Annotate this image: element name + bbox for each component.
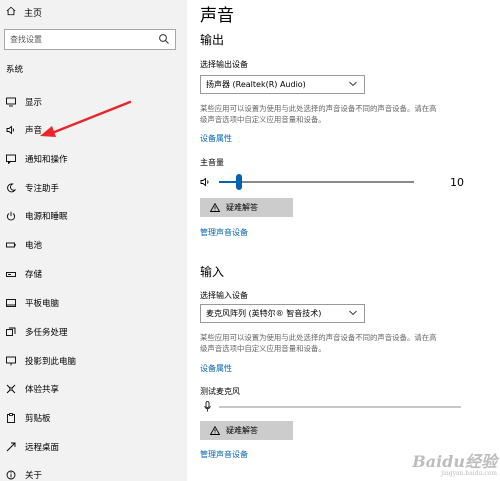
tablet-icon	[5, 298, 17, 308]
sidebar-item-remote-desktop[interactable]: 远程桌面	[0, 437, 187, 457]
sidebar-item-label: 存储	[25, 270, 43, 280]
mic-level-bar	[219, 406, 461, 408]
master-volume-slider[interactable]	[200, 172, 415, 192]
sidebar-item-notifications[interactable]: 通知和操作	[0, 149, 187, 169]
warning-icon	[210, 426, 220, 435]
sidebar-item-label: 体验共享	[25, 385, 60, 395]
input-desc-line2: 级声音选项中自定义应用音量和设备。	[200, 344, 326, 353]
search-input[interactable]	[10, 33, 150, 46]
troubleshoot-label: 疑难解答	[226, 203, 258, 212]
speaker-icon[interactable]	[200, 177, 212, 187]
volume-value: 10	[450, 176, 464, 189]
info-icon	[5, 470, 17, 480]
output-description: 某些应用可以设置为使用与此处选择的声音设备不同的声音设备。请在高 级声音选项中自…	[200, 103, 483, 125]
output-desc-line2: 级声音选项中自定义应用音量和设备。	[200, 115, 326, 124]
chevron-down-icon	[349, 310, 357, 316]
input-device-label: 选择输入设备	[200, 291, 248, 300]
baidu-watermark: Baidu经验 jingyan.baidu.com	[402, 454, 497, 478]
sidebar-item-label: 多任务处理	[25, 328, 68, 338]
master-volume-label: 主音量	[200, 158, 224, 167]
output-device-value: 扬声器 (Realtek(R) Audio)	[206, 80, 306, 89]
projector-icon	[5, 356, 17, 366]
sidebar-item-label: 远程桌面	[25, 443, 60, 453]
sidebar-item-power[interactable]: 电源和睡眠	[0, 206, 187, 226]
sidebar-item-label: 关于	[25, 471, 43, 481]
output-manage-devices-link[interactable]: 管理声音设备	[200, 227, 248, 238]
sound-settings-page: 声音 输出 选择输出设备 扬声器 (Realtek(R) Audio) 某些应用…	[187, 0, 500, 481]
share-icon	[5, 384, 17, 394]
input-heading: 输入	[200, 265, 225, 279]
multitask-icon	[5, 327, 17, 337]
clipboard-icon	[5, 413, 17, 423]
input-device-value: 麦克风阵列 (英特尔® 智音技术)	[206, 309, 322, 318]
home-nav-item[interactable]: 主页	[6, 4, 42, 20]
annotation-arrow	[40, 100, 132, 137]
output-device-label: 选择输出设备	[200, 60, 248, 69]
sidebar-item-clipboard[interactable]: 剪贴板	[0, 408, 187, 428]
search-icon[interactable]	[158, 33, 170, 45]
section-label: 系统	[6, 65, 24, 75]
input-description: 某些应用可以设置为使用与此处选择的声音设备不同的声音设备。请在高 级声音选项中自…	[200, 332, 483, 354]
sidebar-item-focus-assist[interactable]: 专注助手	[0, 178, 187, 198]
settings-sidebar: 主页 系统 显示 声音 通知和操作 专注助手 电源和睡眠 电池 存储 平板电脑 …	[0, 0, 187, 481]
warning-icon	[210, 203, 220, 212]
page-title: 声音	[200, 6, 234, 26]
output-troubleshoot-button[interactable]: 疑难解答	[200, 198, 293, 217]
sidebar-item-shared-experiences[interactable]: 体验共享	[0, 379, 187, 399]
sidebar-item-label: 电池	[25, 241, 43, 251]
volume-track	[219, 181, 414, 183]
remote-icon	[5, 442, 17, 452]
sidebar-item-label: 平板电脑	[25, 299, 60, 309]
microphone-icon	[204, 401, 211, 412]
battery-icon	[5, 240, 17, 250]
moon-icon	[5, 183, 17, 193]
home-icon	[6, 6, 18, 19]
sidebar-item-label: 专注助手	[25, 184, 60, 194]
input-troubleshoot-button[interactable]: 疑难解答	[200, 421, 293, 440]
microphone-level-meter	[200, 400, 465, 414]
watermark-url: jingyan.baidu.com	[441, 470, 497, 477]
sidebar-item-label: 投影到此电脑	[25, 357, 77, 367]
sidebar-item-multitasking[interactable]: 多任务处理	[0, 322, 187, 342]
settings-search-box[interactable]	[4, 29, 176, 50]
troubleshoot-label: 疑难解答	[226, 426, 258, 435]
watermark-brand: Baidu经验	[412, 452, 497, 471]
monitor-icon	[5, 97, 17, 107]
sidebar-item-storage[interactable]: 存储	[0, 264, 187, 284]
volume-thumb[interactable]	[235, 174, 242, 190]
output-desc-line1: 某些应用可以设置为使用与此处选择的声音设备不同的声音设备。请在高	[200, 104, 437, 113]
storage-icon	[5, 269, 17, 279]
sidebar-item-tablet[interactable]: 平板电脑	[0, 293, 187, 313]
message-icon	[5, 154, 17, 164]
home-label: 主页	[24, 8, 43, 19]
output-heading: 输出	[200, 33, 225, 47]
speaker-icon	[5, 125, 17, 135]
sidebar-item-label: 通知和操作	[25, 155, 68, 165]
output-device-dropdown[interactable]: 扬声器 (Realtek(R) Audio)	[200, 75, 365, 94]
input-device-properties-link[interactable]: 设备属性	[200, 363, 232, 374]
sidebar-item-project[interactable]: 投影到此电脑	[0, 351, 187, 371]
power-icon	[5, 211, 17, 221]
input-desc-line1: 某些应用可以设置为使用与此处选择的声音设备不同的声音设备。请在高	[200, 333, 437, 342]
chevron-down-icon	[349, 81, 357, 87]
sidebar-item-battery[interactable]: 电池	[0, 235, 187, 255]
sidebar-item-label: 电源和睡眠	[25, 212, 68, 222]
input-device-dropdown[interactable]: 麦克风阵列 (英特尔® 智音技术)	[200, 304, 365, 323]
test-microphone-label: 测试麦克风	[200, 387, 240, 396]
sidebar-item-label: 剪贴板	[25, 414, 51, 424]
sidebar-item-about[interactable]: 关于	[0, 465, 187, 481]
input-manage-devices-link[interactable]: 管理声音设备	[200, 449, 248, 460]
output-device-properties-link[interactable]: 设备属性	[200, 133, 232, 144]
